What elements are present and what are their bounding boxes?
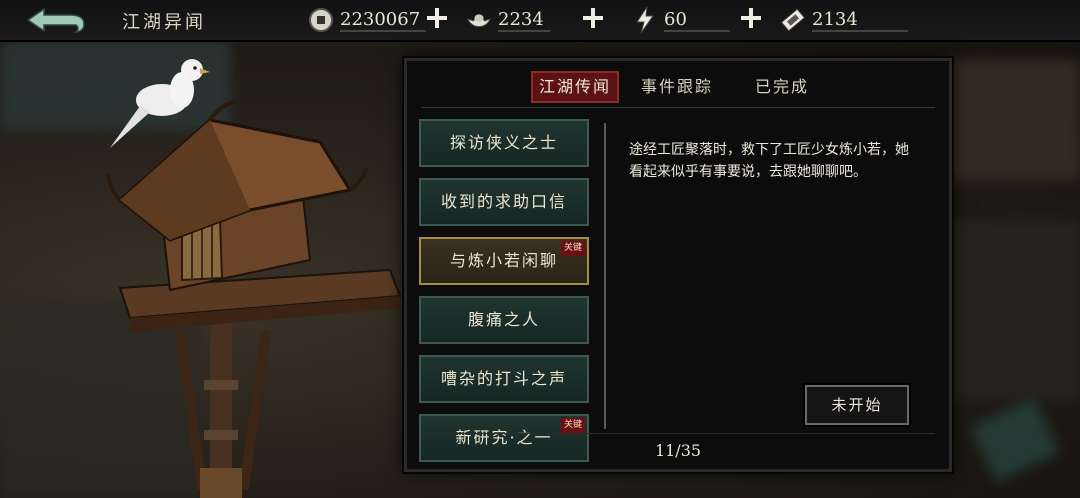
coin-value: 2230067 [340, 9, 427, 32]
quest-list: 探访侠义之士 收到的求助口信 与炼小若闲聊 关键 腹痛之人 嘈杂的打斗之声 新研… [419, 119, 591, 473]
tab-completed[interactable]: 已完成 [755, 73, 809, 101]
energy-value: 60 [664, 9, 730, 32]
ingot-value: 2234 [498, 9, 550, 32]
quest-label: 收到的求助口信 [440, 192, 567, 211]
ingot-counter: 2234 [466, 4, 550, 36]
pigeon-house-illustration [106, 59, 402, 498]
quest-label: 探访侠义之士 [449, 133, 558, 152]
back-arrow-icon [26, 7, 85, 34]
quest-item[interactable]: 嘈杂的打斗之声 [419, 355, 589, 403]
tab-bar: 江湖传闻 事件跟踪 已完成 [407, 69, 949, 105]
background-cart [930, 220, 1080, 400]
background-building [940, 60, 1080, 180]
quest-panel: 江湖传闻 事件跟踪 已完成 探访侠义之士 收到的求助口信 与炼小若闲聊 关键 腹… [404, 58, 952, 472]
back-button[interactable] [24, 6, 88, 34]
list-divider [604, 123, 606, 429]
quest-item-selected[interactable]: 与炼小若闲聊 关键 [419, 237, 589, 285]
coin-counter: 2230067 [308, 4, 427, 36]
quest-status-button[interactable]: 未开始 [805, 385, 909, 425]
coin-icon [308, 7, 334, 33]
quest-label: 与炼小若闲聊 [449, 251, 558, 270]
add-ingot-button[interactable] [580, 5, 606, 31]
key-quest-badge: 关键 [561, 241, 585, 256]
tab-tracking[interactable]: 事件跟踪 [641, 73, 713, 101]
quest-label: 腹痛之人 [467, 310, 540, 329]
silver-ingot-icon [466, 7, 492, 33]
quest-description: 途经工匠聚落时，救下了工匠少女炼小若，她看起来似乎有事要说，去跟她聊聊吧。 [629, 142, 909, 180]
page-title: 江湖异闻 [122, 12, 206, 33]
top-bar: 江湖异闻 2230067 2234 60 2134 [0, 0, 1080, 42]
lightning-icon [632, 6, 658, 34]
add-coin-button[interactable] [424, 5, 450, 31]
tab-divider [421, 107, 935, 108]
quest-label: 嘈杂的打斗之声 [440, 369, 567, 388]
ticket-icon [780, 7, 806, 33]
energy-counter: 60 [632, 4, 730, 36]
add-energy-button[interactable] [738, 5, 764, 31]
background-jade-object [970, 398, 1060, 482]
quest-item[interactable]: 探访侠义之士 [419, 119, 589, 167]
tab-rumors[interactable]: 江湖传闻 [531, 71, 620, 103]
ticket-value: 2134 [812, 9, 908, 32]
key-quest-badge: 关键 [561, 418, 585, 433]
footer-divider [421, 433, 935, 434]
page-counter: 11/35 [654, 441, 702, 460]
ticket-counter: 2134 [780, 4, 908, 36]
quest-item[interactable]: 收到的求助口信 [419, 178, 589, 226]
quest-item[interactable]: 腹痛之人 [419, 296, 589, 344]
